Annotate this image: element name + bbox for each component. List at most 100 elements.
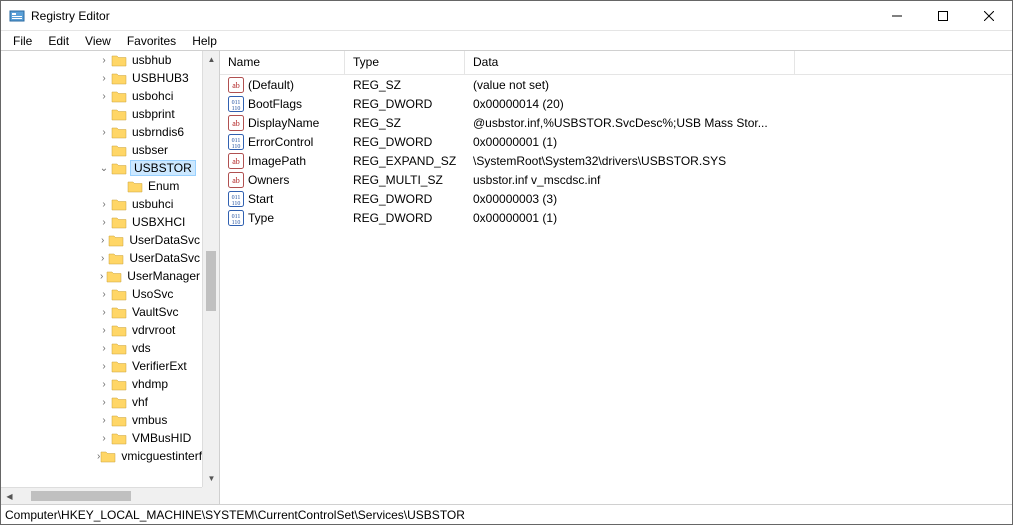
titlebar: Registry Editor [1, 1, 1012, 31]
expander-closed-icon[interactable]: › [97, 91, 111, 102]
tree-item[interactable]: › usbohci [1, 87, 202, 105]
value-name: DisplayName [248, 116, 345, 130]
list-pane: Name Type Data (Default)REG_SZ(value not… [220, 51, 1012, 504]
tree-item[interactable]: › usbrndis6 [1, 123, 202, 141]
tree-item[interactable]: ›vhf [1, 393, 202, 411]
expander-closed-icon[interactable]: › [97, 235, 108, 246]
binary-value-icon [228, 210, 244, 226]
tree-item[interactable]: ›VMBusHID [1, 429, 202, 447]
value-name: Start [248, 192, 345, 206]
menu-help[interactable]: Help [184, 32, 225, 50]
tree-item[interactable]: usbser [1, 141, 202, 159]
list-header: Name Type Data [220, 51, 1012, 75]
expander-closed-icon[interactable]: › [97, 271, 106, 282]
list-row[interactable]: TypeREG_DWORD0x00000001 (1) [220, 208, 1012, 227]
tree-scroll[interactable]: ›usbhub›USBHUB3›usbohciusbprint›usbrndis… [1, 51, 202, 487]
expander-closed-icon[interactable]: › [97, 217, 111, 228]
expander-closed-icon[interactable]: › [97, 379, 111, 390]
list-row[interactable]: ImagePathREG_EXPAND_SZ\SystemRoot\System… [220, 151, 1012, 170]
tree-item[interactable]: ›usbhub [1, 51, 202, 69]
string-value-icon [228, 77, 244, 93]
tree-item[interactable]: › vhdmp [1, 375, 202, 393]
window-controls [874, 1, 1012, 31]
tree-item[interactable]: ›VaultSvc [1, 303, 202, 321]
column-header-name[interactable]: Name [220, 51, 345, 74]
list-body: (Default)REG_SZ(value not set)BootFlagsR… [220, 75, 1012, 227]
tree-item[interactable]: ›VerifierExt [1, 357, 202, 375]
value-data: \SystemRoot\System32\drivers\USBSTOR.SYS [465, 154, 795, 168]
minimize-button[interactable] [874, 1, 920, 31]
close-button[interactable] [966, 1, 1012, 31]
value-data: @usbstor.inf,%USBSTOR.SvcDesc%;USB Mass … [465, 116, 795, 130]
value-name: ErrorControl [248, 135, 345, 149]
expander-closed-icon[interactable]: › [97, 361, 111, 372]
expander-closed-icon[interactable]: › [97, 307, 111, 318]
expander-open-icon[interactable]: ⌄ [97, 163, 111, 174]
list-row[interactable]: StartREG_DWORD0x00000003 (3) [220, 189, 1012, 208]
tree-item[interactable]: ›UsoSvc [1, 285, 202, 303]
expander-closed-icon[interactable]: › [97, 55, 111, 66]
expander-closed-icon[interactable]: › [97, 433, 111, 444]
value-type: REG_DWORD [345, 192, 465, 206]
list-row[interactable]: DisplayNameREG_SZ@usbstor.inf,%USBSTOR.S… [220, 113, 1012, 132]
expander-closed-icon[interactable]: › [97, 289, 111, 300]
tree-item-label: usbser [130, 143, 170, 157]
tree-item[interactable]: ›usbuhci [1, 195, 202, 213]
tree-item[interactable]: ›USBXHCI [1, 213, 202, 231]
expander-closed-icon[interactable]: › [97, 73, 111, 84]
value-data: 0x00000001 (1) [465, 211, 795, 225]
tree-item[interactable]: ›UserManager [1, 267, 202, 285]
tree-horizontal-scrollbar[interactable]: ◀ ▶ [1, 487, 219, 504]
tree-item[interactable]: ›UserDataSvc [1, 249, 202, 267]
value-type: REG_MULTI_SZ [345, 173, 465, 187]
tree-item[interactable]: Enum [1, 177, 202, 195]
binary-value-icon [228, 96, 244, 112]
scrollbar-thumb[interactable] [206, 251, 216, 311]
tree-item[interactable]: usbprint [1, 105, 202, 123]
value-data: (value not set) [465, 78, 795, 92]
tree-item[interactable]: ›vmbus [1, 411, 202, 429]
tree-vertical-scrollbar[interactable]: ▲ ▼ [202, 51, 219, 487]
menu-favorites[interactable]: Favorites [119, 32, 184, 50]
folder-icon [111, 215, 127, 229]
folder-icon [111, 89, 127, 103]
list-row[interactable]: (Default)REG_SZ(value not set) [220, 75, 1012, 94]
tree-item[interactable]: ⌄USBSTOR [1, 159, 202, 177]
folder-icon [108, 233, 124, 247]
tree-item[interactable]: › UserDataSvc [1, 231, 202, 249]
expander-closed-icon[interactable]: › [97, 397, 111, 408]
tree-item[interactable]: ›vmicguestinterface [1, 447, 202, 465]
tree-item-label: vhdmp [130, 377, 170, 391]
expander-closed-icon[interactable]: › [97, 199, 111, 210]
expander-closed-icon[interactable]: › [97, 253, 108, 264]
string-value-icon [228, 172, 244, 188]
folder-icon [111, 359, 127, 373]
tree-item-label: UserDataSvc [127, 233, 202, 247]
tree-pane: ›usbhub›USBHUB3›usbohciusbprint›usbrndis… [1, 51, 220, 504]
tree-item[interactable]: ›vds [1, 339, 202, 357]
tree-item[interactable]: ›vdrvroot [1, 321, 202, 339]
list-row[interactable]: OwnersREG_MULTI_SZusbstor.inf v_mscdsc.i… [220, 170, 1012, 189]
expander-closed-icon[interactable]: › [97, 325, 111, 336]
scrollbar-thumb[interactable] [31, 491, 131, 501]
list-row[interactable]: BootFlagsREG_DWORD0x00000014 (20) [220, 94, 1012, 113]
expander-closed-icon[interactable]: › [97, 343, 111, 354]
expander-closed-icon[interactable]: › [97, 415, 111, 426]
list-row[interactable]: ErrorControlREG_DWORD0x00000001 (1) [220, 132, 1012, 151]
column-header-data[interactable]: Data [465, 51, 795, 74]
tree-item-label: usbrndis6 [130, 125, 186, 139]
folder-icon [111, 125, 127, 139]
tree-item-label: usbohci [130, 89, 175, 103]
tree-item[interactable]: ›USBHUB3 [1, 69, 202, 87]
folder-icon [111, 71, 127, 85]
menu-view[interactable]: View [77, 32, 119, 50]
menu-file[interactable]: File [5, 32, 40, 50]
status-path: Computer\HKEY_LOCAL_MACHINE\SYSTEM\Curre… [5, 508, 465, 522]
maximize-button[interactable] [920, 1, 966, 31]
expander-closed-icon[interactable]: › [97, 127, 111, 138]
folder-icon [111, 161, 127, 175]
column-header-type[interactable]: Type [345, 51, 465, 74]
folder-icon [111, 287, 127, 301]
folder-icon [111, 53, 127, 67]
menu-edit[interactable]: Edit [40, 32, 77, 50]
